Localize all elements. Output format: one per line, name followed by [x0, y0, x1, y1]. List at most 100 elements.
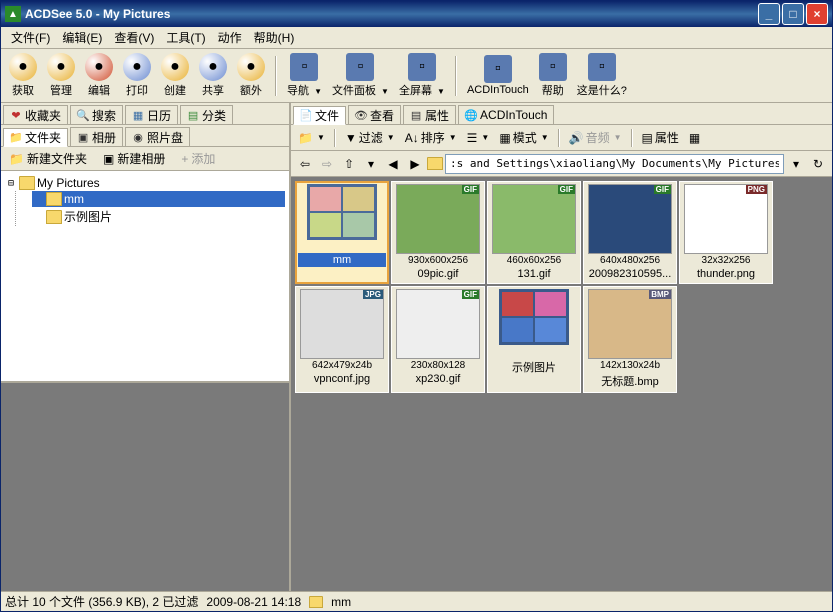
- status-selection: mm: [331, 595, 351, 609]
- thumbnail[interactable]: BMP142x130x24b无标题.bmp: [583, 286, 677, 393]
- nav-prev-button[interactable]: ◀: [383, 154, 403, 174]
- menu-item[interactable]: 查看(V): [108, 27, 160, 48]
- thumb-name: vpnconf.jpg: [298, 372, 386, 386]
- menu-item[interactable]: 工具(T): [160, 27, 211, 48]
- rtool-button: 🔊音频▼: [566, 127, 625, 148]
- thumbnail[interactable]: PNG32x32x256thunder.png: [679, 181, 773, 284]
- tool-icon: ●: [85, 53, 113, 81]
- rtool-button[interactable]: ▦: [686, 129, 703, 147]
- thumb-name: 09pic.gif: [394, 267, 482, 281]
- tab[interactable]: ▤分类: [180, 105, 233, 124]
- thumbnail[interactable]: mm: [295, 181, 389, 284]
- left-preview: [1, 381, 289, 591]
- thumbnail[interactable]: 示例图片: [487, 286, 581, 393]
- tab[interactable]: ❤收藏夹: [3, 105, 68, 124]
- rtool-button[interactable]: ▤属性: [639, 127, 682, 148]
- thumb-name: mm: [298, 253, 386, 267]
- subbar-icon: +: [181, 152, 188, 166]
- tree-node[interactable]: ⊟My Pictures: [5, 175, 285, 191]
- tab[interactable]: 🌐ACDInTouch: [458, 105, 554, 124]
- folder-icon: [427, 157, 443, 170]
- minimize-button[interactable]: _: [758, 3, 780, 25]
- toolbar-button[interactable]: ▫帮助: [535, 51, 571, 100]
- tab[interactable]: ▣相册: [70, 127, 123, 146]
- toolbar-button[interactable]: ●创建: [157, 51, 193, 100]
- tool-icon: ●: [123, 53, 151, 81]
- tab[interactable]: 📄文件: [293, 106, 346, 125]
- nav-next-button[interactable]: ▶: [405, 154, 425, 174]
- subbar-item[interactable]: 📁新建文件夹: [5, 148, 91, 169]
- rtool-button[interactable]: ▼过滤▼: [342, 127, 398, 148]
- go-button[interactable]: ↻: [808, 154, 828, 174]
- toolbar-button[interactable]: ●获取: [5, 51, 41, 100]
- menu-item[interactable]: 编辑(E): [56, 27, 108, 48]
- rtool-button[interactable]: ▦模式▼: [496, 127, 551, 148]
- nav-back-button[interactable]: ⇦: [295, 154, 315, 174]
- navbar: ⇦ ⇨ ⇧ ▾ ◀ ▶ ▾ ↻: [291, 151, 832, 177]
- tool-icon: ▫: [484, 55, 512, 83]
- rtool-button[interactable]: 📁▼: [295, 129, 328, 147]
- tab[interactable]: ▦日历: [125, 105, 178, 124]
- subbar-item[interactable]: ▣新建相册: [99, 148, 169, 169]
- folder-icon: [46, 192, 62, 206]
- tab[interactable]: ▤属性: [403, 105, 456, 124]
- tab[interactable]: ◉照片盘: [125, 127, 190, 146]
- tool-icon: ●: [237, 53, 265, 81]
- thumbnail[interactable]: JPG642x479x24bvpnconf.jpg: [295, 286, 389, 393]
- toolbar-button[interactable]: ●打印: [119, 51, 155, 100]
- menu-item[interactable]: 动作: [212, 27, 248, 48]
- right-toolbar: 📁▼▼过滤▼A↓排序▼☰▼▦模式▼🔊音频▼▤属性▦: [291, 125, 832, 151]
- toolbar-button[interactable]: ▫导航 ▼: [283, 51, 326, 100]
- toolbar-button[interactable]: ●编辑: [81, 51, 117, 100]
- toolbar-button[interactable]: ▫文件面板 ▼: [328, 51, 393, 100]
- tab[interactable]: 👁查看: [348, 105, 401, 124]
- menu-item[interactable]: 文件(F): [5, 27, 56, 48]
- folder-tree[interactable]: ⊟My Picturesmm示例图片: [1, 171, 289, 381]
- toolbar-button[interactable]: ●共享: [195, 51, 231, 100]
- rtool-icon: 📁: [298, 131, 313, 145]
- tree-node[interactable]: 示例图片: [32, 207, 285, 226]
- left-subbar: 📁新建文件夹▣新建相册+添加: [1, 147, 289, 171]
- menu-item[interactable]: 帮助(H): [248, 27, 301, 48]
- path-dropdown-button[interactable]: ▾: [786, 154, 806, 174]
- tab-icon: ▤: [410, 109, 422, 121]
- status-count: 总计 10 个文件 (356.9 KB), 2 已过滤: [5, 593, 198, 610]
- thumbnail[interactable]: GIF460x60x256131.gif: [487, 181, 581, 284]
- maximize-button[interactable]: □: [782, 3, 804, 25]
- thumbnail[interactable]: GIF230x80x128xp230.gif: [391, 286, 485, 393]
- chevron-down-icon: ▼: [317, 133, 325, 142]
- thumb-dimensions: 142x130x24b: [600, 360, 660, 372]
- toolbar-button[interactable]: ▫全屏幕 ▼: [395, 51, 449, 100]
- tree-node[interactable]: mm: [32, 191, 285, 207]
- rtool-button[interactable]: A↓排序▼: [402, 127, 460, 148]
- chevron-down-icon: ▼: [481, 133, 489, 142]
- thumb-image: BMP: [588, 289, 672, 359]
- subbar-icon: ▣: [103, 152, 114, 166]
- toolbar-button[interactable]: ▫这是什么?: [573, 51, 631, 100]
- statusbar: 总计 10 个文件 (356.9 KB), 2 已过滤 2009-08-21 1…: [1, 591, 832, 611]
- right-tabstrip: 📄文件👁查看▤属性🌐ACDInTouch: [291, 103, 832, 125]
- thumbnail-grid[interactable]: mm GIF930x600x25609pic.gifGIF460x60x25613…: [291, 177, 832, 591]
- nav-fwd-button[interactable]: ⇨: [317, 154, 337, 174]
- rtool-icon: ▦: [499, 131, 510, 145]
- tool-icon: ▫: [539, 53, 567, 81]
- folder-icon: [19, 176, 35, 190]
- toolbar-button[interactable]: ●管理: [43, 51, 79, 100]
- nav-history-button[interactable]: ▾: [361, 154, 381, 174]
- main-toolbar: ●获取●管理●编辑●打印●创建●共享●额外 ▫导航 ▼▫文件面板 ▼▫全屏幕 ▼ ▫…: [1, 49, 832, 103]
- thumb-dimensions: 32x32x256: [702, 255, 751, 267]
- close-button[interactable]: ×: [806, 3, 828, 25]
- toolbar-button[interactable]: ●额外: [233, 51, 269, 100]
- thumbnail[interactable]: GIF640x480x256200982310595...: [583, 181, 677, 284]
- path-input[interactable]: [445, 154, 784, 174]
- tab-icon: ◉: [132, 131, 144, 143]
- toolbar-button[interactable]: ▫ACDInTouch: [463, 53, 533, 98]
- tab[interactable]: 🔍搜索: [70, 105, 123, 124]
- tool-icon: ▫: [290, 53, 318, 81]
- tab[interactable]: 📁文件夹: [3, 128, 68, 147]
- titlebar: ▲ ACDSee 5.0 - My Pictures _ □ ×: [1, 1, 832, 27]
- rtool-button[interactable]: ☰▼: [464, 129, 493, 147]
- folder-thumb: [499, 289, 569, 345]
- nav-up-button[interactable]: ⇧: [339, 154, 359, 174]
- thumbnail[interactable]: GIF930x600x25609pic.gif: [391, 181, 485, 284]
